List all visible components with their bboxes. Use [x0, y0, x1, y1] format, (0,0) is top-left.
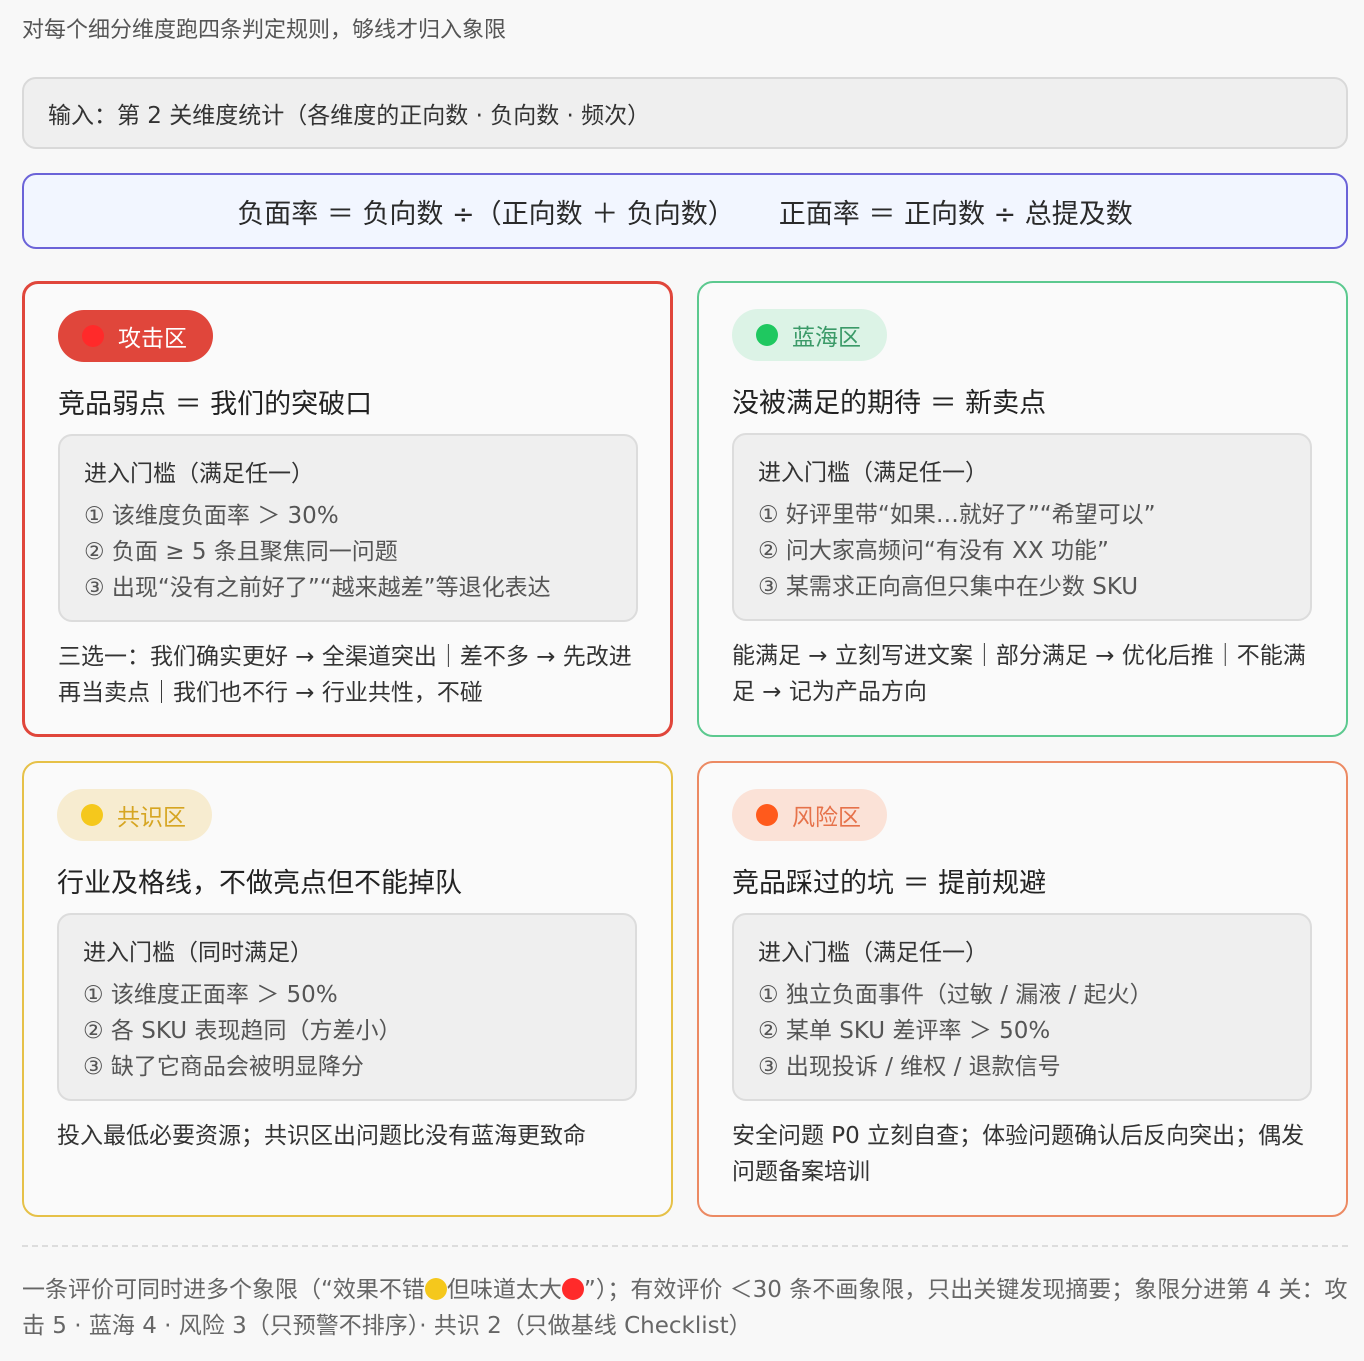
threshold-item: ③ 出现投诉 / 维权 / 退款信号 [758, 1054, 1061, 1080]
blue-ocean-title: 没被满足的期待 ＝ 新卖点 [732, 388, 1047, 419]
risk-threshold-box: 进入门槛（满足任一） ① 独立负面事件（过敏 / 漏液 / 起火） ② 某单 S… [732, 913, 1312, 1101]
consensus-action: 投入最低必要资源；共识区出问题比没有蓝海更致命 [57, 1123, 586, 1149]
threshold-item: ① 该维度正面率 ＞ 50% [83, 982, 338, 1008]
threshold-item: ② 负面 ≥ 5 条且聚焦同一问题 [84, 539, 398, 565]
red-circle-icon [82, 325, 104, 347]
risk-quadrant-card: 风险区 竞品踩过的坑 ＝ 提前规避 进入门槛（满足任一） ① 独立负面事件（过敏… [697, 761, 1348, 1217]
attack-badge: 攻击区 [58, 310, 213, 362]
blue-ocean-threshold-box: 进入门槛（满足任一） ① 好评里带“如果…就好了”“希望可以” ② 问大家高频问… [732, 433, 1312, 621]
threshold-item: ③ 缺了它商品会被明显降分 [83, 1054, 364, 1080]
consensus-threshold-box: 进入门槛（同时满足） ① 该维度正面率 ＞ 50% ② 各 SKU 表现趋同（方… [57, 913, 637, 1101]
threshold-item: ② 各 SKU 表现趋同（方差小） [83, 1018, 402, 1044]
blue-ocean-action: 能满足 → 立刻写进文案｜部分满足 → 优化后推｜不能满足 → 记为产品方向 [732, 643, 1306, 705]
intro-text: 对每个细分维度跑四条判定规则，够线才归入象限 [22, 18, 507, 43]
blue-ocean-badge-label: 蓝海区 [792, 325, 861, 351]
attack-action: 三选一：我们确实更好 → 全渠道突出｜差不多 → 先改进再当卖点｜我们也不行 →… [58, 644, 632, 706]
consensus-title: 行业及格线，不做亮点但不能掉队 [57, 868, 462, 899]
orange-circle-icon [756, 804, 778, 826]
threshold-title: 进入门槛（满足任一） [758, 940, 988, 966]
dashed-divider [22, 1245, 1348, 1247]
consensus-badge: 共识区 [57, 789, 212, 841]
positive-rate-formula: 正面率 ＝ 正向数 ÷ 总提及数 [778, 198, 1133, 230]
threshold-item: ① 该维度负面率 ＞ 30% [84, 503, 339, 529]
attack-threshold-box: 进入门槛（满足任一） ① 该维度负面率 ＞ 30% ② 负面 ≥ 5 条且聚焦同… [58, 434, 638, 622]
risk-action: 安全问题 P0 立刻自查；体验问题确认后反向突出；偶发问题备案培训 [732, 1123, 1305, 1185]
consensus-quadrant-card: 共识区 行业及格线，不做亮点但不能掉队 进入门槛（同时满足） ① 该维度正面率 … [22, 761, 673, 1217]
blue-ocean-badge: 蓝海区 [732, 309, 887, 361]
threshold-item: ③ 出现“没有之前好了”“越来越差”等退化表达 [84, 575, 551, 601]
attack-quadrant-card: 攻击区 竞品弱点 ＝ 我们的突破口 进入门槛（满足任一） ① 该维度负面率 ＞ … [22, 281, 673, 737]
blue-ocean-quadrant-card: 蓝海区 没被满足的期待 ＝ 新卖点 进入门槛（满足任一） ① 好评里带“如果…就… [697, 281, 1348, 737]
risk-badge-label: 风险区 [792, 805, 861, 831]
risk-badge: 风险区 [732, 789, 887, 841]
attack-title: 竞品弱点 ＝ 我们的突破口 [58, 389, 373, 420]
yellow-circle-icon [81, 804, 103, 826]
green-circle-icon [756, 324, 778, 346]
input-text: 输入：第 2 关维度统计（各维度的正向数 · 负向数 · 频次） [48, 103, 651, 129]
threshold-item: ① 好评里带“如果…就好了”“希望可以” [758, 502, 1156, 528]
threshold-title: 进入门槛（满足任一） [758, 460, 988, 486]
threshold-item: ② 某单 SKU 差评率 ＞ 50% [758, 1018, 1051, 1044]
negative-rate-formula: 负面率 ＝ 负向数 ÷（正向数 ＋ 负向数） [237, 198, 735, 230]
threshold-item: ① 独立负面事件（过敏 / 漏液 / 起火） [758, 982, 1153, 1008]
risk-title: 竞品踩过的坑 ＝ 提前规避 [732, 868, 1047, 899]
red-circle-icon [561, 1278, 584, 1300]
threshold-title: 进入门槛（同时满足） [83, 940, 313, 966]
yellow-circle-icon [424, 1278, 447, 1300]
consensus-badge-label: 共识区 [117, 805, 186, 831]
footnote-part1: 一条评价可同时进多个象限（“效果不错 [22, 1277, 425, 1303]
attack-badge-label: 攻击区 [118, 326, 187, 352]
input-box: 输入：第 2 关维度统计（各维度的正向数 · 负向数 · 频次） [22, 77, 1348, 149]
formula-box: 负面率 ＝ 负向数 ÷（正向数 ＋ 负向数） 正面率 ＝ 正向数 ÷ 总提及数 [22, 173, 1348, 249]
footnote: 一条评价可同时进多个象限（“效果不错 但味道太大 ”）；有效评价 ＜30 条不画象限… [22, 1272, 1352, 1344]
footnote-part2: 但味道太大 [446, 1277, 562, 1303]
threshold-item: ② 问大家高频问“有没有 XX 功能” [758, 538, 1109, 564]
threshold-title: 进入门槛（满足任一） [84, 461, 314, 487]
threshold-item: ③ 某需求正向高但只集中在少数 SKU [758, 574, 1139, 600]
